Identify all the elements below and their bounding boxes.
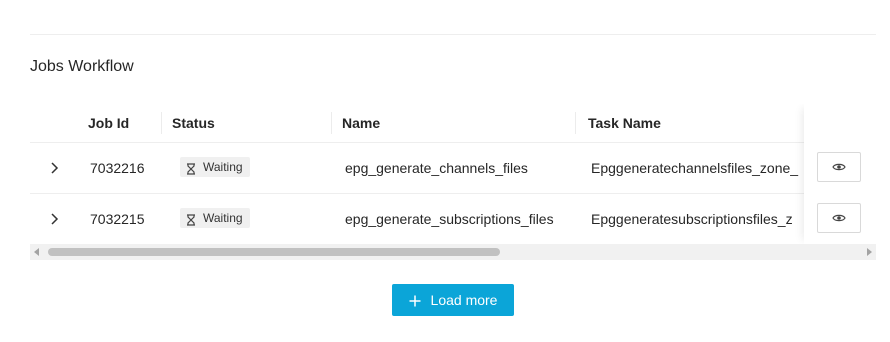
column-separator: [575, 112, 576, 134]
status-badge: Waiting: [180, 208, 250, 228]
plus-icon: [409, 294, 421, 307]
load-more-button[interactable]: Load more: [392, 284, 514, 316]
column-header-task-name[interactable]: Task Name: [588, 104, 661, 142]
actions-column: [804, 104, 876, 244]
horizontal-scrollbar[interactable]: [30, 244, 876, 260]
task-name-cell: Epggeneratechannelsfiles_zone_: [591, 160, 799, 176]
chevron-right-icon[interactable]: [46, 160, 62, 176]
jobs-table: Job Id Status Name Task Name 7032216 Wai…: [30, 104, 876, 262]
eye-icon: [832, 211, 846, 226]
table-row: 7032216 Waiting epg_generate_channels_fi…: [30, 143, 876, 194]
hourglass-icon: [186, 212, 196, 226]
job-name-cell: epg_generate_channels_files: [345, 160, 528, 176]
job-id-cell: 7032215: [90, 211, 145, 227]
section-title: Jobs Workflow: [30, 58, 134, 75]
column-header-status[interactable]: Status: [172, 104, 215, 142]
view-button[interactable]: [817, 152, 861, 182]
chevron-right-icon[interactable]: [46, 211, 62, 227]
column-separator: [331, 112, 332, 134]
column-header-name[interactable]: Name: [342, 104, 380, 142]
scrollbar-thumb[interactable]: [48, 248, 500, 256]
status-badge: Waiting: [180, 157, 250, 177]
eye-icon: [832, 160, 846, 175]
view-button[interactable]: [817, 203, 861, 233]
status-label: Waiting: [203, 211, 243, 225]
table-header: Job Id Status Name Task Name: [30, 104, 876, 143]
task-name-cell: Epggeneratesubscriptionsfiles_z: [591, 211, 793, 227]
scroll-right-arrow-icon[interactable]: [867, 248, 872, 256]
top-divider: [30, 34, 876, 35]
table-row: 7032215 Waiting epg_generate_subscriptio…: [30, 194, 876, 245]
hourglass-icon: [186, 161, 196, 175]
status-label: Waiting: [203, 160, 243, 174]
column-header-job-id[interactable]: Job Id: [88, 104, 129, 142]
job-name-cell: epg_generate_subscriptions_files: [345, 211, 554, 227]
job-id-cell: 7032216: [90, 160, 145, 176]
load-more-label: Load more: [430, 292, 498, 308]
column-separator: [161, 112, 162, 134]
scroll-left-arrow-icon[interactable]: [34, 248, 39, 256]
